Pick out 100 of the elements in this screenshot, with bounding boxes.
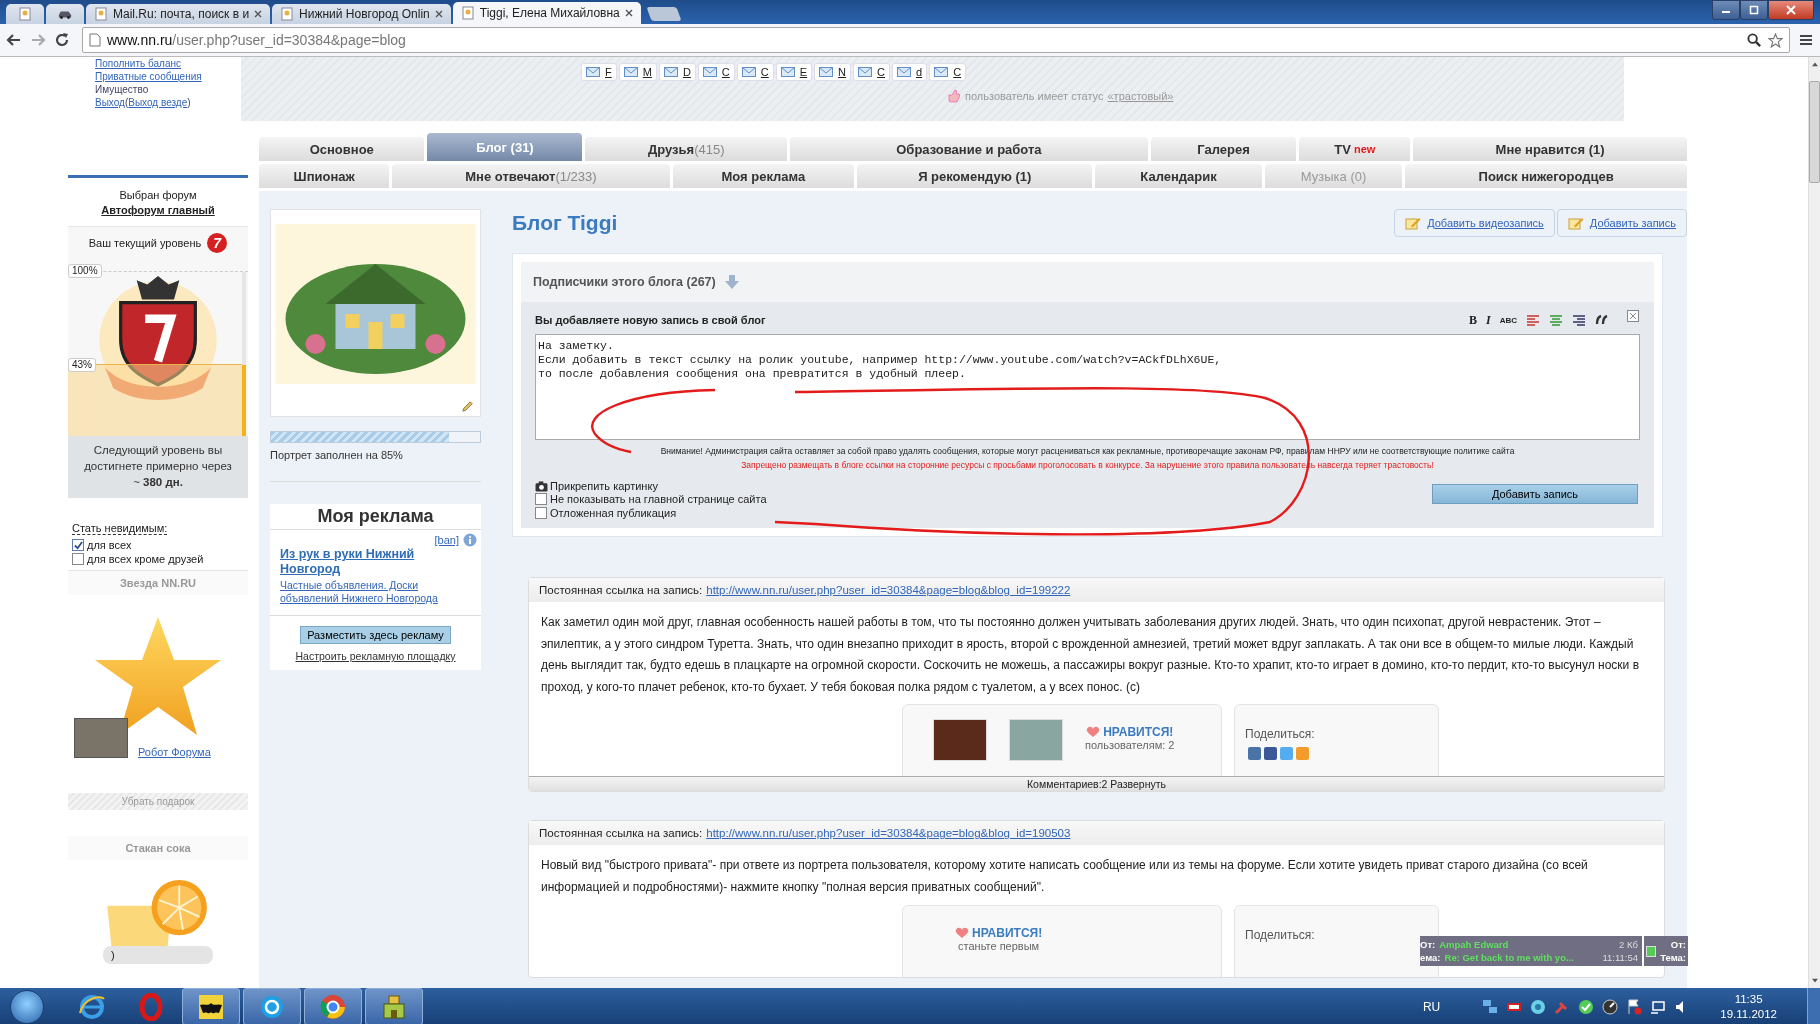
mail-button[interactable]: E (775, 63, 813, 81)
page-icon (18, 7, 32, 21)
start-button[interactable] (10, 989, 44, 1024)
format-button[interactable]: I (1486, 312, 1491, 328)
tab[interactable]: Поиск нижегородцев (1405, 164, 1687, 188)
tab[interactable]: Я рекомендую (1) (857, 164, 1093, 188)
tab[interactable]: Галерея (1150, 137, 1297, 161)
account-link[interactable]: Приватные сообщения (95, 70, 241, 83)
mail-button[interactable]: C (697, 63, 735, 81)
envelope-icon (819, 67, 834, 77)
tab[interactable]: Моя реклама (672, 164, 855, 188)
social-icon[interactable] (1264, 747, 1277, 761)
format-button[interactable]: B (1468, 312, 1477, 328)
mail-button[interactable]: D (658, 63, 696, 81)
pencil-icon[interactable] (461, 400, 474, 413)
taskbar-button[interactable] (243, 988, 301, 1024)
tab[interactable]: Шпионаж (259, 164, 390, 188)
monitor-icon[interactable] (1650, 998, 1667, 1015)
comments-toggle[interactable]: Комментариев:2 Развернуть (529, 776, 1664, 792)
new-tab-button[interactable] (646, 7, 682, 21)
language-indicator[interactable]: RU (1422, 999, 1441, 1014)
clock[interactable]: 11:35 19.11.2012 (1720, 991, 1777, 1022)
scroll-thumb[interactable] (1809, 81, 1820, 183)
post-text-field[interactable]: На заметку. Если добавить в текст ссылку на ролик youtube, например http://www.youtube.com/watch?v=ACkfDLhX6UE, то после добавления сообщения она превратится в удобный плеер. (535, 334, 1640, 440)
disc-icon[interactable] (1530, 998, 1547, 1015)
permalink-link[interactable]: http://www.nn.ru/user.php?user_id=30384&page=blog&blog_id=190503 (706, 827, 1071, 840)
star-icon[interactable] (1768, 32, 1783, 48)
close-icon[interactable] (624, 9, 633, 17)
checkbox-label: для всех (87, 538, 132, 552)
envelope-icon (934, 67, 949, 77)
add-entry-button[interactable]: Добавить запись (1432, 484, 1638, 504)
mail-button[interactable]: M (618, 63, 657, 81)
mail-button[interactable]: F (581, 63, 617, 81)
taskbar-button[interactable] (182, 988, 240, 1024)
check-icon[interactable] (1578, 998, 1595, 1015)
ad-title-link[interactable]: Из рук в руки Нижний Новгород (270, 547, 481, 577)
envelope-icon (741, 67, 756, 77)
checkbox[interactable] (535, 507, 547, 519)
logout-link[interactable]: Выход (95, 96, 125, 109)
notification-label: Тема: (1660, 951, 1686, 964)
mail-button[interactable]: C (853, 63, 890, 81)
mail-button[interactable]: C (929, 63, 967, 81)
tab[interactable]: Мне отвечают(1/233) (392, 164, 670, 188)
menu-icon[interactable] (1798, 32, 1814, 48)
maximize-button[interactable] (1740, 0, 1768, 20)
checkbox[interactable] (535, 493, 547, 505)
like-button[interactable]: НРАВИТСЯ! (955, 925, 1043, 940)
ban-link[interactable]: [ban] (434, 534, 459, 546)
zoom-icon[interactable] (1747, 32, 1762, 48)
close-button[interactable] (1768, 0, 1814, 20)
back-icon[interactable] (6, 32, 22, 48)
flag-icon[interactable] (1626, 998, 1643, 1015)
browser-tab[interactable]: Нижний Новгород Onlin (272, 4, 451, 24)
minimize-button[interactable] (1712, 0, 1740, 20)
mail-notification[interactable]: От: Ampah Edward 2 Кб ема: Re: Get back to me with yo... 11:11:54 (1420, 936, 1642, 966)
thumbs-up-icon (947, 89, 961, 103)
quote-icon[interactable] (1595, 314, 1609, 326)
align-left-icon[interactable] (1526, 314, 1540, 326)
photo-placeholder[interactable] (933, 719, 987, 762)
checkbox[interactable] (72, 539, 84, 551)
browser-tab[interactable]: Mail.Ru: почта, поиск в и (86, 4, 271, 24)
tab[interactable]: Образование и работа (790, 137, 1148, 161)
social-icon[interactable] (1248, 747, 1261, 761)
mail-button[interactable]: d (892, 63, 928, 81)
network-icon[interactable] (1482, 998, 1499, 1015)
close-icon[interactable] (434, 10, 443, 18)
tab[interactable]: Мне нравится (1) (1413, 137, 1687, 161)
align-right-icon[interactable] (1572, 314, 1586, 326)
tab[interactable]: Календарик (1095, 164, 1262, 188)
permalink-link[interactable]: http://www.nn.ru/user.php?user_id=30384&page=blog&blog_id=199222 (706, 584, 1071, 596)
speedometer-icon[interactable] (1602, 998, 1619, 1015)
reload-icon[interactable] (54, 32, 70, 48)
browser-tab[interactable]: Tiggi, Елена Михайловна (452, 2, 641, 24)
address-field[interactable]: www.nn.ru/user.php?user_id=30384&page=blog (82, 27, 1790, 53)
add-entry-button[interactable]: Добавить запись (1556, 209, 1687, 237)
mail-button[interactable]: C (736, 63, 774, 81)
checkbox[interactable] (72, 553, 84, 565)
scrollbar[interactable] (1808, 57, 1820, 988)
ad-text-link[interactable]: Частные объявления. Доски объявлений Нижнего Новгорода (270, 577, 481, 616)
add-entry-button[interactable]: Добавить видеозапись (1394, 209, 1555, 237)
place-ad-button[interactable]: Разместить здесь рекламу (300, 626, 451, 644)
ad-settings-link[interactable]: Настроить рекламную площадку (270, 650, 481, 662)
like-button[interactable]: НРАВИТСЯ! (1086, 725, 1174, 740)
heart-icon (1086, 726, 1101, 739)
tab[interactable]: Основное (259, 137, 425, 161)
subscribers-label: Подписчики этого блога (267) (533, 275, 716, 289)
browser-tab[interactable] (46, 4, 84, 24)
scroll-down-icon[interactable] (1810, 978, 1819, 984)
mail-notification[interactable]: От: Тема: (1644, 936, 1688, 966)
close-icon[interactable] (1626, 310, 1640, 322)
tab[interactable]: Друзья(415) (585, 137, 788, 161)
envelope-icon (623, 67, 638, 77)
format-button[interactable]: ABC (1499, 315, 1517, 325)
forum-link[interactable]: Автофорум главный (101, 203, 215, 218)
attach-picture-link[interactable]: Прикрепить картинку (535, 480, 767, 492)
account-link[interactable]: Пополнить баланс (95, 57, 241, 70)
close-icon[interactable] (254, 10, 263, 18)
scroll-up-icon[interactable] (1810, 61, 1819, 67)
mail-button[interactable]: N (814, 63, 852, 81)
gift-sender-link[interactable]: Робот Форума (138, 746, 211, 758)
